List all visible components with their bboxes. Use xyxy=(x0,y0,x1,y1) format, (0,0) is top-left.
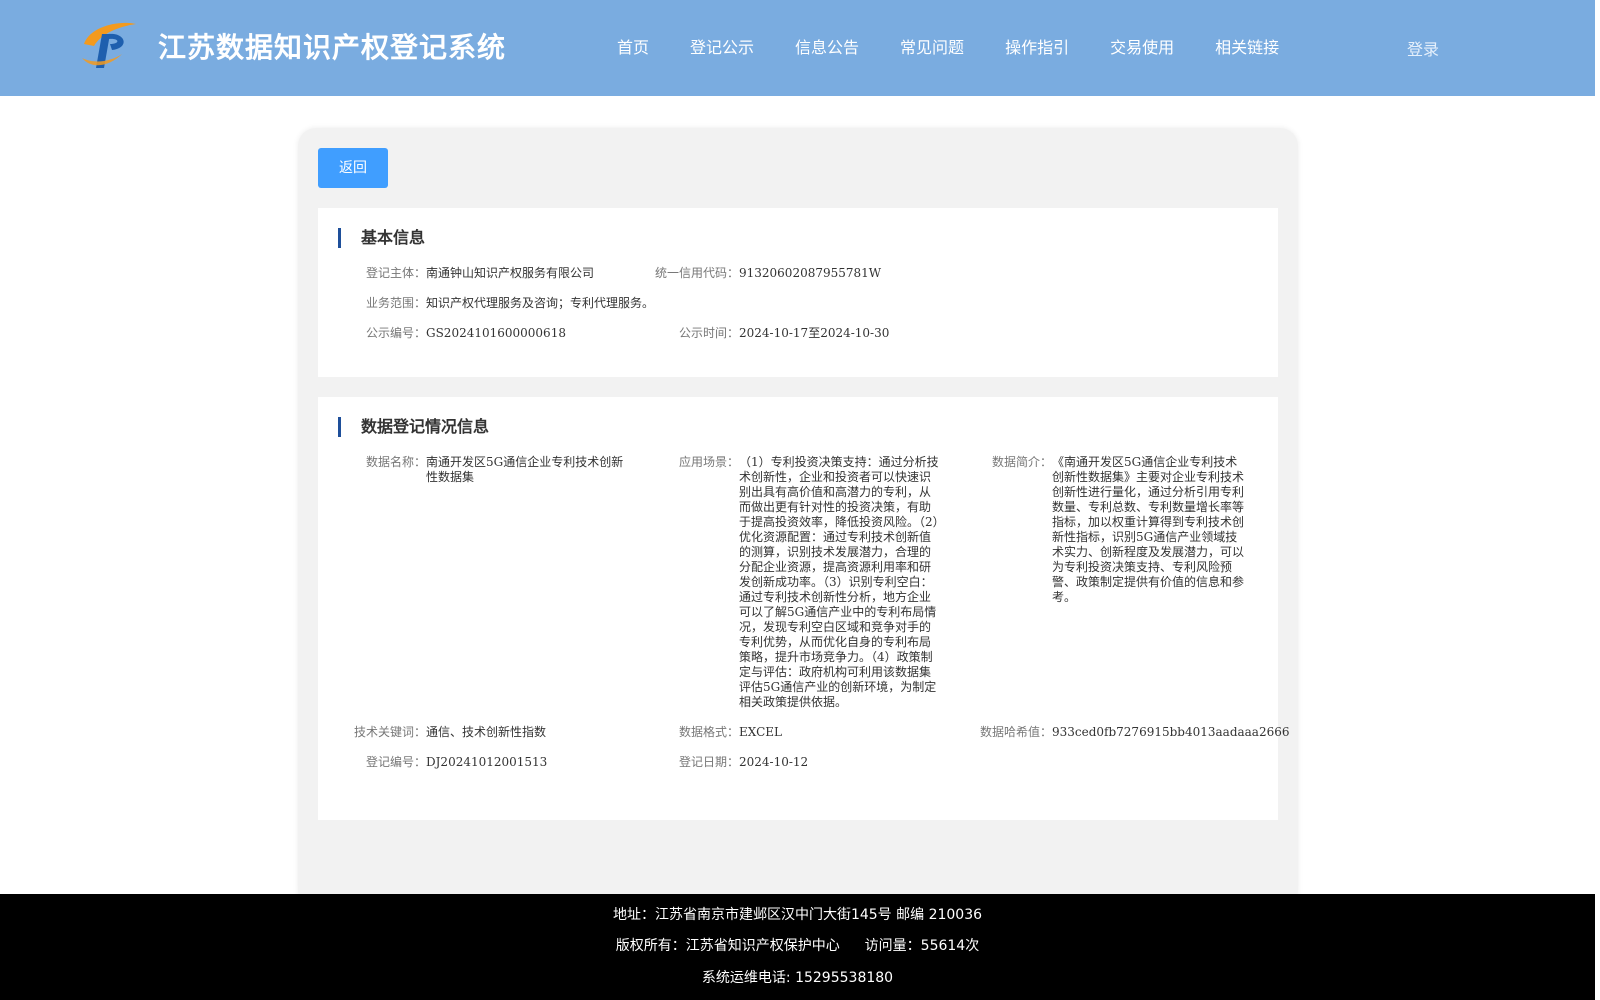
registrant-value: 南通钟山知识产权服务有限公司 xyxy=(426,266,595,280)
credit-code-label: 统一信用代码： xyxy=(654,266,739,280)
data-name-value: 南通开发区5G通信企业专利技术创新性数据集 xyxy=(426,455,624,484)
data-intro-value: 《南通开发区5G通信企业专利技术创新性数据集》主要对企业专利技术创新性进行量化，… xyxy=(1052,455,1245,604)
keywords-label: 技术关键词： xyxy=(353,725,426,739)
data-format-label: 数据格式： xyxy=(678,725,739,739)
registration-date-field: 登记日期： 2024-10-12 xyxy=(679,755,939,770)
business-scope-label: 业务范围： xyxy=(365,296,426,310)
data-name-label: 数据名称： xyxy=(365,455,426,469)
publication-number-field: 公示编号： GS2024101600000618 xyxy=(366,326,646,341)
data-format-value: EXCEL xyxy=(739,725,783,739)
data-hash-field: 数据哈希值： 933ced0fb7276915bb4013aadaaa2666 xyxy=(980,725,1290,740)
data-registration-title: 数据登记情况信息 xyxy=(338,417,489,437)
data-format-field: 数据格式： EXCEL xyxy=(679,725,939,740)
basic-info-panel: 基本信息 登记主体： 南通钟山知识产权服务有限公司 统一信用代码： 913206… xyxy=(318,208,1278,377)
business-scope-value: 知识产权代理服务及咨询；专利代理服务。 xyxy=(426,296,655,310)
publication-time-field: 公示时间： 2024-10-17至2024-10-30 xyxy=(679,326,959,341)
footer-copyright: 版权所有：江苏省知识产权保护中心 xyxy=(615,938,840,954)
publication-time-label: 公示时间： xyxy=(678,326,739,340)
nav-announcements[interactable]: 信息公告 xyxy=(795,34,859,58)
publication-number-value: GS2024101600000618 xyxy=(426,326,566,340)
back-button[interactable]: 返回 xyxy=(318,148,388,188)
data-hash-label: 数据哈希值： xyxy=(979,725,1052,739)
registration-date-label: 登记日期： xyxy=(678,755,739,769)
nav-links[interactable]: 相关链接 xyxy=(1215,34,1279,58)
site-title: 江苏数据知识产权登记系统 xyxy=(158,31,507,64)
login-link[interactable]: 登录 xyxy=(1407,36,1439,60)
registration-number-value: DJ20241012001513 xyxy=(426,755,548,769)
data-name-field: 数据名称： 南通开发区5G通信企业专利技术创新性数据集 xyxy=(366,455,626,485)
keywords-field: 技术关键词： 通信、技术创新性指数 xyxy=(354,725,626,740)
basic-info-title: 基本信息 xyxy=(338,228,425,248)
registration-date-value: 2024-10-12 xyxy=(739,755,809,769)
nav-registration-public[interactable]: 登记公示 xyxy=(690,34,754,58)
publication-time-value: 2024-10-17至2024-10-30 xyxy=(739,326,890,340)
footer-copyright-line: 版权所有：江苏省知识产权保护中心 访问量：55614次 xyxy=(0,935,1595,955)
main-nav: 首页 登记公示 信息公告 常见问题 操作指引 交易使用 相关链接 xyxy=(617,34,1279,58)
footer-phone: 系统运维电话: 15295538180 xyxy=(701,970,894,986)
credit-code-field: 统一信用代码： 91320602087955781W xyxy=(655,266,959,281)
registration-number-label: 登记编号： xyxy=(365,755,426,769)
application-scene-field: 应用场景： （1）专利投资决策支持：通过分析技术创新性，企业和投资者可以快速识别… xyxy=(679,455,941,710)
nav-trading[interactable]: 交易使用 xyxy=(1110,34,1174,58)
application-scene-value: （1）专利投资决策支持：通过分析技术创新性，企业和投资者可以快速识别出具有高价值… xyxy=(739,455,939,709)
business-scope-field: 业务范围： 知识产权代理服务及咨询；专利代理服务。 xyxy=(366,296,926,311)
registration-number-field: 登记编号： DJ20241012001513 xyxy=(366,755,626,770)
registrant-label: 登记主体： xyxy=(365,266,426,280)
data-intro-field: 数据简介： 《南通开发区5G通信企业专利技术创新性数据集》主要对企业专利技术创新… xyxy=(992,455,1248,605)
detail-card: 返回 基本信息 登记主体： 南通钟山知识产权服务有限公司 统一信用代码： 913… xyxy=(298,128,1298,908)
keywords-value: 通信、技术创新性指数 xyxy=(426,725,547,739)
credit-code-value: 91320602087955781W xyxy=(739,266,882,280)
nav-guide[interactable]: 操作指引 xyxy=(1005,34,1069,58)
data-intro-label: 数据简介： xyxy=(991,455,1052,469)
data-registration-panel: 数据登记情况信息 数据名称： 南通开发区5G通信企业专利技术创新性数据集 应用场… xyxy=(318,397,1290,820)
data-hash-value: 933ced0fb7276915bb4013aadaaa2666 xyxy=(1052,725,1290,739)
footer-address: 地址：江苏省南京市建邺区汉中门大街145号 邮编 210036 xyxy=(612,907,983,923)
publication-number-label: 公示编号： xyxy=(365,326,426,340)
site-footer: 地址：江苏省南京市建邺区汉中门大街145号 邮编 210036 版权所有：江苏省… xyxy=(0,894,1595,1000)
top-header: 江苏数据知识产权登记系统 首页 登记公示 信息公告 常见问题 操作指引 交易使用… xyxy=(0,0,1595,96)
nav-home[interactable]: 首页 xyxy=(617,34,649,58)
registrant-field: 登记主体： 南通钟山知识产权服务有限公司 xyxy=(366,266,646,281)
nav-faq[interactable]: 常见问题 xyxy=(900,34,964,58)
footer-visits: 访问量：55614次 xyxy=(864,938,980,954)
site-logo-icon xyxy=(82,22,136,68)
application-scene-label: 应用场景： xyxy=(678,455,739,469)
